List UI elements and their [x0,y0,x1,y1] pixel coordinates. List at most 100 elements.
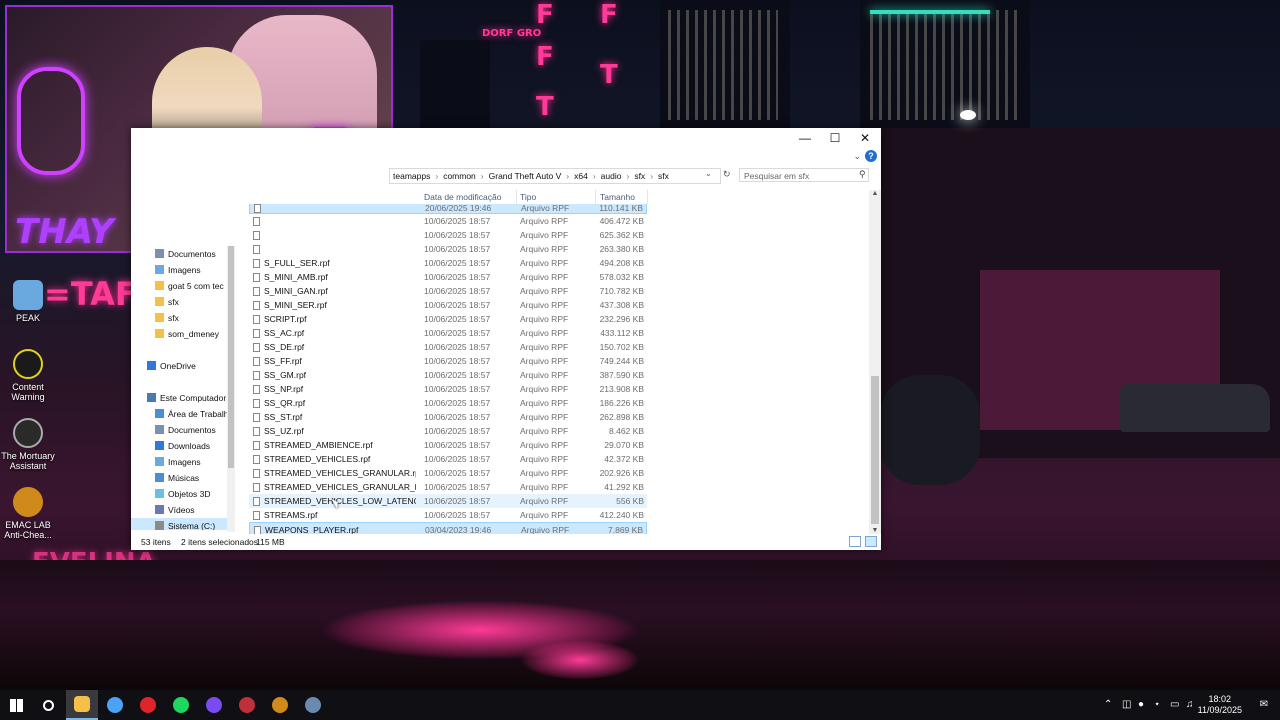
nav-item[interactable]: Sistema (C:) [131,518,231,530]
file-row[interactable]: SCRIPT.rpf 10/06/2025 18:57 Arquivo RPF 232… [249,312,647,326]
nav-item[interactable]: Documentos [131,246,231,262]
nav-item[interactable]: sfx [131,310,231,326]
vertical-scrollbar[interactable]: ▲ ▼ [869,190,881,534]
desktop-icon-emac-lab[interactable]: EMAC LAB Anti-Chea... [0,487,56,540]
file-row[interactable]: SS_FF.rpf 10/06/2025 18:57 Arquivo RPF 749.… [249,354,647,368]
file-row[interactable]: SS_QR.rpf 10/06/2025 18:57 Arquivo RPF 186.… [249,396,647,410]
taskbar-app-red[interactable] [231,690,263,720]
taskbar-obs[interactable] [198,690,230,720]
taskbar-opera[interactable] [132,690,164,720]
file-row[interactable]: 10/06/2025 18:57 Arquivo RPF 406.472 KB [249,214,647,228]
nav-item[interactable]: Este Computador [131,390,231,406]
column-header-type[interactable]: Tipo [516,190,596,204]
column-header-size[interactable]: Tamanho [596,190,648,204]
file-row[interactable]: S_FULL_SER.rpf 10/06/2025 18:57 Arquivo RP… [249,256,647,270]
file-row[interactable]: 10/06/2025 18:57 Arquivo RPF 263.380 KB [249,242,647,256]
scroll-thumb[interactable] [871,376,879,524]
nav-item[interactable]: goat 5 com tec [131,278,231,294]
breadcrumb-item[interactable]: sfx [655,171,672,181]
breadcrumb-item[interactable]: Grand Theft Auto V [486,171,565,181]
taskbar-steam[interactable] [297,690,329,720]
search-input[interactable]: Pesquisar em sfx [739,168,869,182]
breadcrumb-item[interactable]: x64 [571,171,591,181]
nav-item[interactable]: som_dmeney [131,326,231,342]
nav-item[interactable]: OneDrive [131,358,231,374]
file-date: 10/06/2025 18:57 [424,216,491,226]
bluetooth-icon[interactable]: ⋆ [1154,690,1160,720]
help-icon[interactable]: ? [865,150,877,162]
nav-item[interactable]: sfx [131,294,231,310]
scroll-up-icon[interactable]: ▲ [869,190,881,197]
nav-item[interactable]: Músicas [131,470,231,486]
file-row[interactable]: SS_AC.rpf 10/06/2025 18:57 Arquivo RPF 433.… [249,326,647,340]
address-bar[interactable]: teamapps › common › Grand Theft Auto V › x6… [389,168,721,184]
maximize-button[interactable]: ☐ [820,128,850,148]
file-row[interactable]: 20/06/2025 19:46 Arquivo RPF 110.141 KB [249,204,647,214]
breadcrumb-item[interactable]: teamapps [390,171,433,181]
file-row[interactable]: WEAPONS_PLAYER.rpf 03/04/2023 19:46 Arquiv… [249,522,647,534]
network-icon[interactable]: ◫ [1122,690,1131,720]
file-row[interactable]: STREAMED_VEHICLES_GRANULAR.rpf 10/06/2025… [249,466,647,480]
file-row[interactable]: 10/06/2025 18:57 Arquivo RPF 625.362 KB [249,228,647,242]
column-header-date[interactable]: Data de modificação [420,190,517,204]
file-row[interactable]: STREAMS.rpf 10/06/2025 18:57 Arquivo RPF 41… [249,508,647,522]
nav-scroll-thumb[interactable] [228,246,234,468]
title-bar[interactable]: — ☐ ✕ [131,128,881,148]
file-size: 749.244 KB [599,356,644,366]
file-row[interactable]: STREAMED_VEHICLES.rpf 10/06/2025 18:57 Arq… [249,452,647,466]
breadcrumb-item[interactable]: sfx [631,171,648,181]
file-row[interactable]: STREAMED_VEHICLES_GRANULAR_NPC.r... 10/06… [249,480,647,494]
nav-item[interactable]: Documentos [131,422,231,438]
nav-item[interactable]: Área de Trabalho [131,406,231,422]
breadcrumb-item[interactable]: common [440,171,479,181]
file-row[interactable]: SS_GM.rpf 10/06/2025 18:57 Arquivo RPF 387.… [249,368,647,382]
clock[interactable]: 18:02 11/09/2025 [1198,694,1242,716]
file-date: 10/06/2025 18:57 [424,426,491,436]
chevron-up-icon[interactable]: ⌃ [1104,690,1112,720]
notification-icon[interactable]: ✉ [1260,690,1268,720]
clock-date: 11/09/2025 [1197,705,1242,715]
taskbar-spotify[interactable] [165,690,197,720]
street [0,560,1280,690]
file-row[interactable]: S_MINI_AMB.rpf 10/06/2025 18:57 Arquivo RP… [249,270,647,284]
nav-item[interactable]: Imagens [131,262,231,278]
nav-item-label: sfx [168,297,179,307]
desktop-icon-content-warning[interactable]: Content Warning [0,349,56,402]
file-row[interactable]: STREAMED_VEHICLES_LOW_LATENCY.rpf10/06/2… [249,494,647,508]
breadcrumb-item[interactable]: audio [598,171,625,181]
taskbar-app-orange[interactable] [264,690,296,720]
expand-ribbon-icon[interactable]: ⌄ [853,151,861,162]
status-bar: 53 itens 2 itens selecionados 115 MB [131,534,881,550]
taskbar-start[interactable] [0,690,32,720]
battery-icon[interactable]: ▭ [1170,690,1179,720]
file-row[interactable]: SS_DE.rpf 10/06/2025 18:57 Arquivo RPF 150.… [249,340,647,354]
nav-item[interactable]: Downloads [131,438,231,454]
taskbar-file-explorer[interactable] [66,690,98,720]
nav-item[interactable]: Objetos 3D [131,486,231,502]
microphone-icon[interactable]: ● [1138,690,1144,720]
minimize-button[interactable]: — [790,128,820,148]
file-row[interactable]: S_MINI_SER.rpf 10/06/2025 18:57 Arquivo RP… [249,298,647,312]
nav-item[interactable]: Imagens [131,454,231,470]
close-button[interactable]: ✕ [850,128,880,148]
scroll-down-icon[interactable]: ▼ [869,527,881,534]
file-row[interactable]: SS_NP.rpf 10/06/2025 18:57 Arquivo RPF 213.… [249,382,647,396]
refresh-icon[interactable]: ↻ [723,169,731,180]
folder-icon [155,297,164,306]
file-row[interactable]: SS_UZ.rpf 10/06/2025 18:57 Arquivo RPF 8.46… [249,424,647,438]
desktop-icon-peak[interactable]: PEAK [0,280,56,323]
desktop-icon-mortuary-assistant[interactable]: The Mortuary Assistant [0,418,56,471]
details-view-button[interactable] [849,536,861,547]
file-row[interactable]: STREAMED_AMBIENCE.rpf 10/06/2025 18:57 Arq… [249,438,647,452]
neon-letter: T [536,92,554,122]
file-row[interactable]: SS_ST.rpf 10/06/2025 18:57 Arquivo RPF 262.… [249,410,647,424]
chevron-down-icon[interactable]: ⌄ [705,169,712,178]
taskbar-search[interactable] [32,690,64,720]
taskbar-app-a[interactable] [99,690,131,720]
volume-icon[interactable]: ♫ [1186,690,1194,720]
nav-item[interactable]: Vídeos [131,502,231,518]
nav-scrollbar[interactable] [227,246,235,532]
file-type: Arquivo RPF [521,525,570,534]
file-row[interactable]: S_MINI_GAN.rpf 10/06/2025 18:57 Arquivo RP… [249,284,647,298]
large-icons-view-button[interactable] [865,536,877,547]
